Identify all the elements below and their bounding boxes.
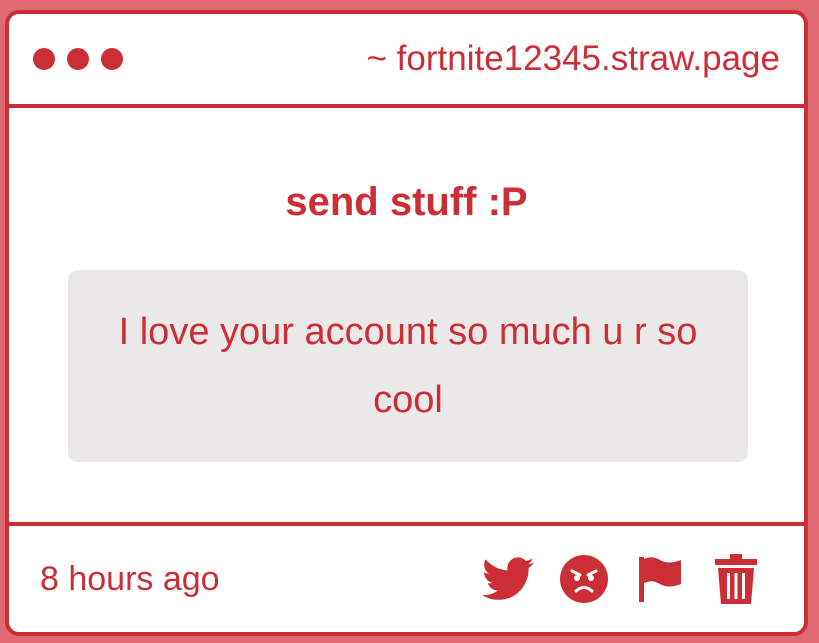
content-area: send stuff :P I love your account so muc… (9, 108, 804, 522)
window-dots (33, 48, 123, 70)
delete-button[interactable] (710, 553, 762, 605)
window-dot (33, 48, 55, 70)
twitter-icon (482, 557, 534, 600)
page-url: ~ fortnite12345.straw.page (366, 39, 781, 78)
report-button[interactable] (634, 553, 686, 605)
window-dot (101, 48, 123, 70)
trash-icon (715, 554, 757, 604)
angry-face-icon (560, 555, 608, 603)
page-prompt: send stuff :P (285, 180, 528, 224)
timestamp: 8 hours ago (40, 559, 220, 598)
message-card: ~ fortnite12345.straw.page send stuff :P… (5, 10, 808, 636)
react-button[interactable] (558, 553, 610, 605)
message-text: I love your account so much u r so cool (118, 311, 698, 421)
window-titlebar: ~ fortnite12345.straw.page (9, 14, 804, 108)
flag-icon (639, 557, 681, 602)
message-box: I love your account so much u r so cool (68, 270, 748, 462)
action-bar (482, 553, 762, 605)
window-dot (67, 48, 89, 70)
card-footer: 8 hours ago (9, 522, 804, 632)
twitter-share-button[interactable] (482, 553, 534, 605)
